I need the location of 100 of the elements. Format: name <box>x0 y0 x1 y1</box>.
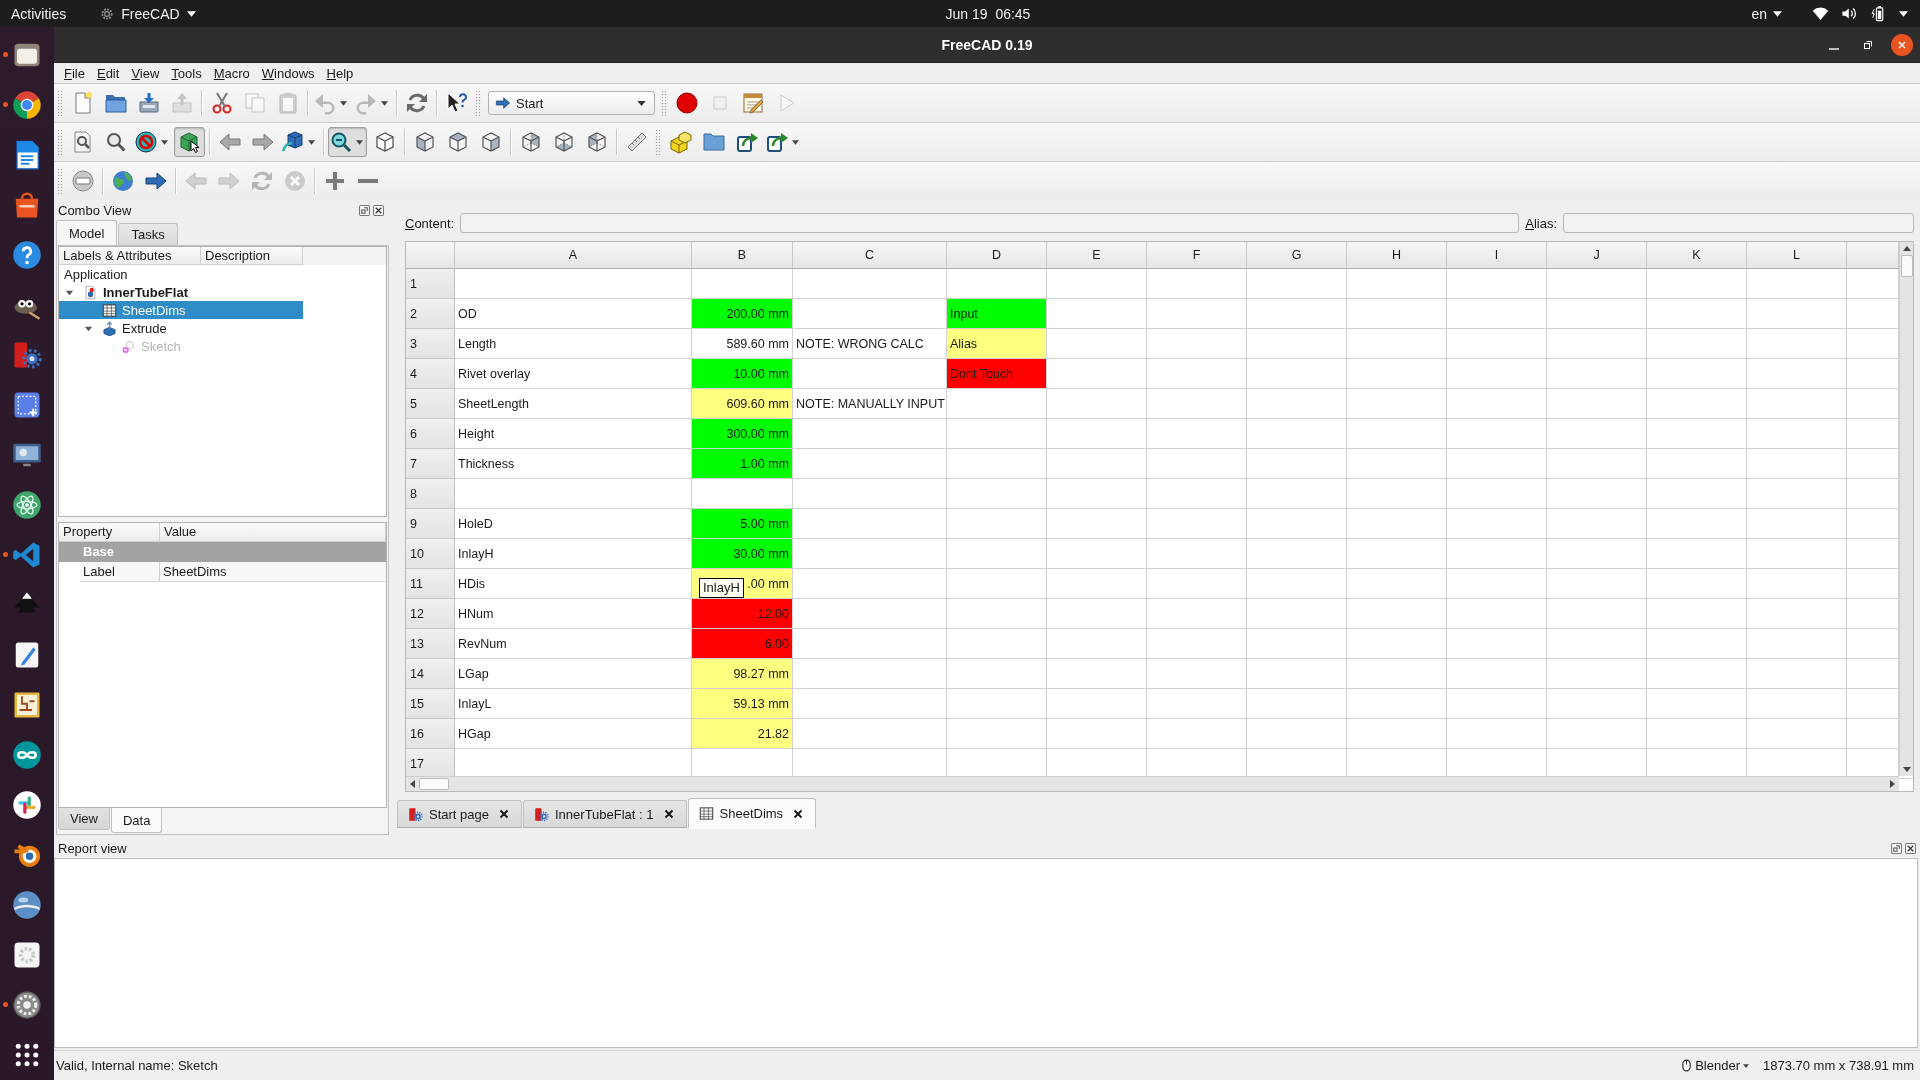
screenshot-icon[interactable] <box>12 390 42 420</box>
row-header[interactable]: 4 <box>406 359 455 389</box>
alias-field[interactable] <box>1563 213 1914 233</box>
activities-button[interactable]: Activities <box>1 2 77 25</box>
workbench-dropdown[interactable]: Start <box>488 91 655 115</box>
circuit-icon[interactable] <box>12 690 42 720</box>
property-name[interactable]: Label <box>80 562 160 581</box>
column-header[interactable]: Description <box>201 247 303 265</box>
column-header[interactable]: K <box>1647 242 1747 269</box>
table-cell[interactable]: Input <box>947 299 1046 328</box>
column-header[interactable]: B <box>692 242 793 269</box>
column-header[interactable]: I <box>1447 242 1547 269</box>
language-menu[interactable]: en <box>1751 2 1782 25</box>
toolbar-grip[interactable] <box>57 90 63 116</box>
close-button[interactable] <box>373 204 384 216</box>
row-header[interactable]: 6 <box>406 419 455 449</box>
close-icon[interactable] <box>793 808 804 819</box>
table-cell[interactable]: 1.00 mm <box>692 449 792 478</box>
toolbar-grip[interactable] <box>57 129 63 155</box>
content-field[interactable] <box>460 213 1520 233</box>
navigation-style-menu[interactable]: Blender <box>1695 1058 1749 1073</box>
column-header[interactable]: A <box>455 242 692 269</box>
toolbar-grip[interactable] <box>57 168 63 194</box>
row-header[interactable]: 3 <box>406 329 455 359</box>
toolbar-grip[interactable] <box>655 129 661 155</box>
row-header[interactable]: 17 <box>406 749 455 776</box>
menu-item[interactable]: Tools <box>165 64 208 82</box>
close-button[interactable] <box>1905 842 1916 854</box>
arrow-left-icon[interactable] <box>410 780 415 788</box>
horizontal-scrollbar[interactable] <box>406 776 1899 791</box>
menu-item[interactable]: File <box>58 64 91 82</box>
code-editor-icon[interactable] <box>12 540 42 570</box>
table-cell[interactable]: 609.60 mm <box>692 389 792 418</box>
row-header[interactable]: 2 <box>406 299 455 329</box>
tab[interactable]: Tasks <box>118 223 178 245</box>
row-header[interactable]: 15 <box>406 689 455 719</box>
column-header[interactable]: Value <box>160 523 386 541</box>
column-header[interactable]: E <box>1047 242 1147 269</box>
gear-tile-icon[interactable] <box>12 940 42 970</box>
scrollbar-thumb[interactable] <box>1900 255 1913 277</box>
table-cell[interactable]: 200.00 mm <box>692 299 792 328</box>
column-header[interactable]: G <box>1247 242 1347 269</box>
arrow-down-icon[interactable] <box>1902 767 1911 772</box>
float-button[interactable] <box>359 204 370 216</box>
column-header[interactable]: F <box>1147 242 1247 269</box>
table-cell[interactable]: 12.00 <box>692 599 792 628</box>
row-header[interactable]: 16 <box>406 719 455 749</box>
tab[interactable]: Model <box>56 220 118 245</box>
clock[interactable]: Jun 19 06:45 <box>941 2 1035 25</box>
row-header[interactable]: 5 <box>406 389 455 419</box>
row-header[interactable]: 1 <box>406 269 455 299</box>
toolbar-grip[interactable] <box>661 90 667 116</box>
column-header[interactable]: Labels & Attributes <box>59 247 201 265</box>
tree-item[interactable]: Application <box>59 265 303 283</box>
toolbar-grip[interactable] <box>475 90 481 116</box>
arrow-right-icon[interactable] <box>1890 780 1895 788</box>
sphere-icon[interactable] <box>12 890 42 920</box>
vertical-scrollbar[interactable] <box>1899 242 1913 776</box>
column-header[interactable]: D <box>947 242 1047 269</box>
column-header[interactable]: J <box>1547 242 1647 269</box>
row-header[interactable]: 11 <box>406 569 455 599</box>
row-header[interactable]: 10 <box>406 539 455 569</box>
table-cell[interactable]: 98.27 mm <box>692 659 792 688</box>
tree-item[interactable]: Extrude <box>59 319 303 337</box>
infinity-icon[interactable] <box>12 740 42 770</box>
table-cell[interactable]: 300.00 mm <box>692 419 792 448</box>
close-button[interactable] <box>1891 33 1913 56</box>
tab[interactable]: Data <box>110 808 163 833</box>
property-value[interactable]: SheetDims <box>160 562 386 581</box>
toolbar-button[interactable] <box>328 127 367 157</box>
column-header[interactable]: C <box>793 242 947 269</box>
atom-icon[interactable] <box>12 490 42 520</box>
column-header[interactable]: Property <box>59 523 160 541</box>
row-header[interactable]: 7 <box>406 449 455 479</box>
tree-item[interactable]: SheetDims <box>59 301 303 319</box>
tab[interactable]: Start page <box>397 800 522 828</box>
row-header[interactable]: 13 <box>406 629 455 659</box>
close-icon[interactable] <box>663 809 674 819</box>
row-header[interactable]: 9 <box>406 509 455 539</box>
close-icon[interactable] <box>499 809 509 819</box>
table-cell[interactable]: 5.00 mm <box>692 509 792 538</box>
tab[interactable]: SheetDims <box>687 798 817 829</box>
table-cell[interactable]: Alias <box>947 329 1046 358</box>
table-cell[interactable]: 30.00 mm <box>692 539 792 568</box>
menu-item[interactable]: Macro <box>207 64 256 82</box>
float-button[interactable] <box>1891 842 1902 854</box>
column-header[interactable]: L <box>1747 242 1847 269</box>
tab[interactable]: View <box>58 808 110 830</box>
row-header[interactable]: 8 <box>406 479 455 509</box>
row-header[interactable]: 12 <box>406 599 455 629</box>
menu-item[interactable]: Edit <box>90 64 126 82</box>
help-icon[interactable] <box>12 240 42 270</box>
app-logo-icon[interactable] <box>12 340 42 370</box>
table-cell[interactable]: 59.13 mm <box>692 689 792 718</box>
table-cell[interactable]: 10.00 mm <box>692 359 792 388</box>
menu-item[interactable]: View <box>125 64 166 82</box>
menu-item[interactable]: Windows <box>255 64 321 82</box>
pinwheel-icon[interactable] <box>12 790 42 820</box>
scrollbar-thumb[interactable] <box>419 778 449 790</box>
toolbar-button[interactable] <box>174 127 205 157</box>
